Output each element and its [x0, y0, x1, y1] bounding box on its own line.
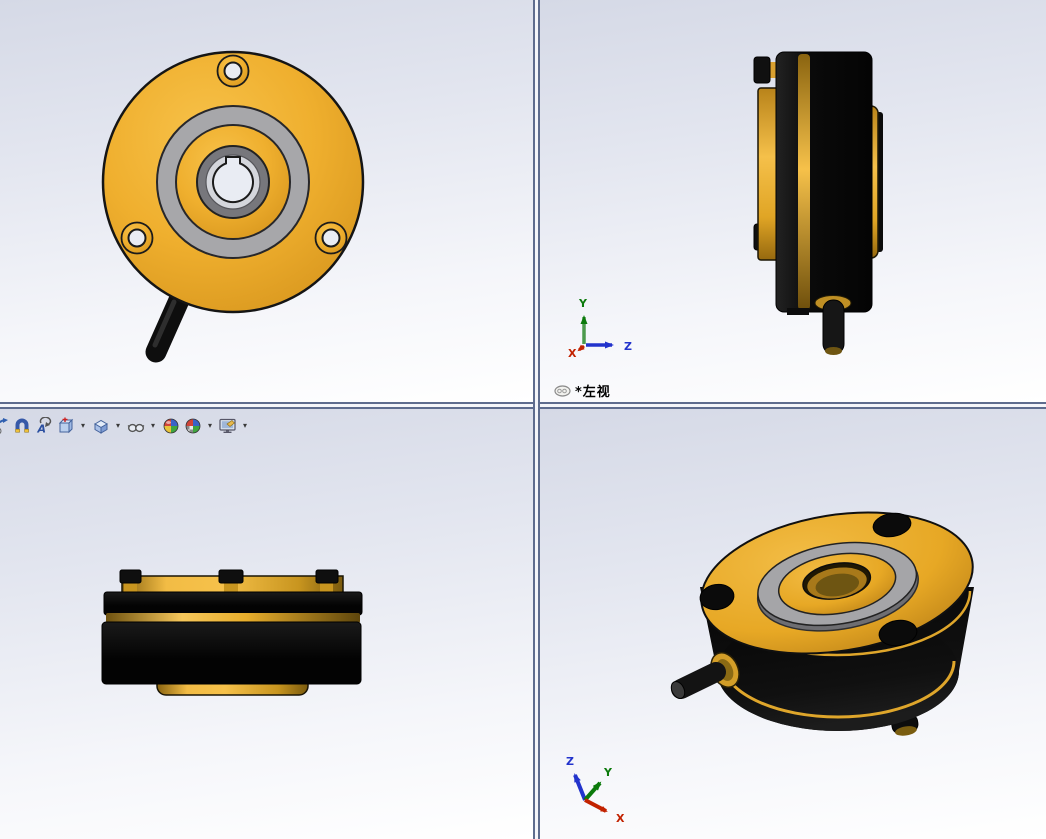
bolt-hole[interactable]	[314, 221, 348, 255]
svg-text:A: A	[36, 423, 46, 436]
axis-label-z: Z	[566, 755, 574, 768]
housing-body[interactable]	[101, 621, 362, 685]
part-side-view[interactable]	[0, 409, 533, 839]
cable[interactable]	[145, 287, 191, 363]
viewport-front-view[interactable]	[0, 0, 533, 402]
viewport-splitter-vertical[interactable]	[533, 0, 540, 839]
section-view-icon[interactable]	[55, 414, 76, 438]
viewport-side-view[interactable]: A ▾ ▾ ▾ ▾ ▾	[0, 409, 533, 839]
view-orientation-dropdown[interactable]: ▾	[112, 414, 124, 438]
bolt-hole[interactable]	[120, 221, 154, 255]
viewport-isometric-view[interactable]: Z Y X	[540, 409, 1046, 839]
axis-label-z: Z	[624, 340, 632, 353]
edit-appearance-dropdown[interactable]: ▾	[239, 414, 251, 438]
axis-label-x: X	[616, 812, 625, 825]
axis-label-y: Y	[578, 297, 588, 310]
housing-body[interactable]	[775, 51, 873, 313]
body-seam-stripe	[798, 54, 810, 310]
orientation-triad: Z Y X	[566, 755, 625, 825]
view-name-row: *左视	[554, 381, 611, 400]
viewport-splitter-horizontal[interactable]	[0, 402, 1046, 409]
zoom-to-fit-icon[interactable]	[0, 414, 10, 438]
flange-step	[787, 308, 809, 315]
view-orientation-icon[interactable]	[90, 414, 111, 438]
part-front-view[interactable]	[0, 0, 533, 402]
rotate-view-icon[interactable]: A	[33, 414, 54, 438]
hide-show-items-dropdown[interactable]: ▾	[147, 414, 159, 438]
viewport-left-view[interactable]: Y Z X *左视	[540, 0, 1046, 402]
cable-stem[interactable]	[822, 299, 845, 355]
axis-label-y: Y	[603, 766, 613, 779]
heads-up-view-toolbar: A ▾ ▾ ▾ ▾ ▾	[0, 412, 251, 440]
axis-label-x: X	[568, 347, 577, 360]
hide-show-items-icon[interactable]	[125, 414, 146, 438]
zoom-to-area-icon[interactable]	[11, 414, 32, 438]
apply-scene-icon[interactable]	[160, 414, 181, 438]
orientation-triad: Y Z X	[568, 297, 632, 360]
view-settings-icon[interactable]	[182, 414, 203, 438]
view-link-icon	[554, 384, 571, 397]
cad-window: Y Z X *左视 A ▾ ▾ ▾ ▾ ▾ Z Y X	[0, 0, 1046, 839]
cable[interactable]	[669, 662, 726, 701]
bolt-hole[interactable]	[216, 54, 250, 88]
flange-band[interactable]	[103, 591, 363, 616]
part-left-view[interactable]: Y Z X	[540, 0, 1046, 402]
view-settings-dropdown[interactable]: ▾	[204, 414, 216, 438]
view-name-label: *左视	[575, 385, 611, 400]
edit-appearance-icon[interactable]	[217, 414, 238, 438]
section-view-dropdown[interactable]: ▾	[77, 414, 89, 438]
part-isometric-view[interactable]: Z Y X	[540, 409, 1046, 839]
